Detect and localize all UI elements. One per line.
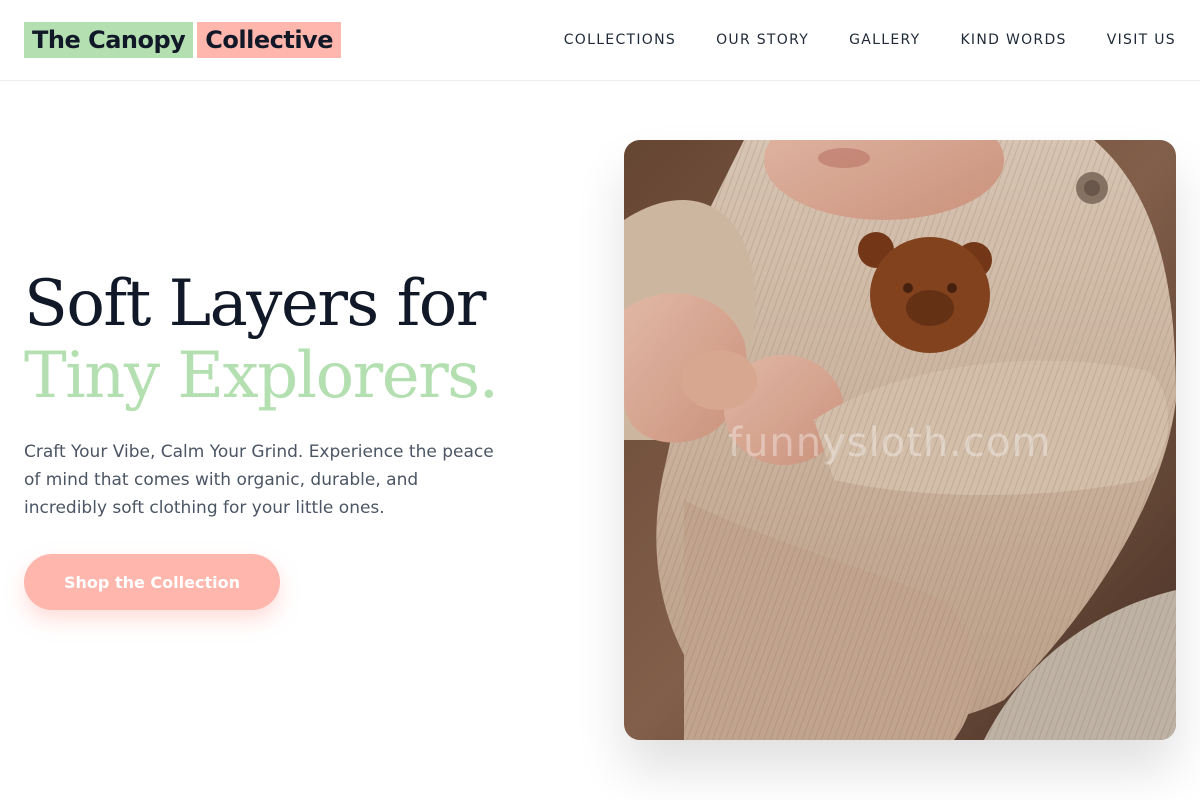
hero-title-line-2: Tiny Explorers. xyxy=(24,339,499,413)
hero-description: Craft Your Vibe, Calm Your Grind. Experi… xyxy=(24,442,494,518)
nav-link-our-story[interactable]: OUR STORY xyxy=(716,31,809,49)
site-header: The Canopy Collective COLLECTIONS OUR ST… xyxy=(0,0,1200,81)
main-nav: COLLECTIONS OUR STORY GALLERY KIND WORDS… xyxy=(564,31,1176,49)
image-watermark: funnysloth.com xyxy=(728,420,1052,466)
nav-link-collections[interactable]: COLLECTIONS xyxy=(564,31,676,49)
hero-image: funnysloth.com xyxy=(624,140,1176,740)
hero-title-line-1: Soft Layers for xyxy=(24,267,486,341)
nav-link-gallery[interactable]: GALLERY xyxy=(849,31,920,49)
nav-link-visit-us[interactable]: VISIT US xyxy=(1107,31,1176,49)
logo-part-1[interactable]: The Canopy xyxy=(24,22,194,58)
logo-part-2[interactable]: Collective xyxy=(197,22,341,58)
hero-title: Soft Layers for Tiny Explorers. xyxy=(24,268,584,412)
nav-link-kind-words[interactable]: KIND WORDS xyxy=(960,31,1066,49)
shop-collection-button[interactable]: Shop the Collection xyxy=(24,554,280,610)
site-logo[interactable]: The Canopy Collective xyxy=(24,22,341,58)
